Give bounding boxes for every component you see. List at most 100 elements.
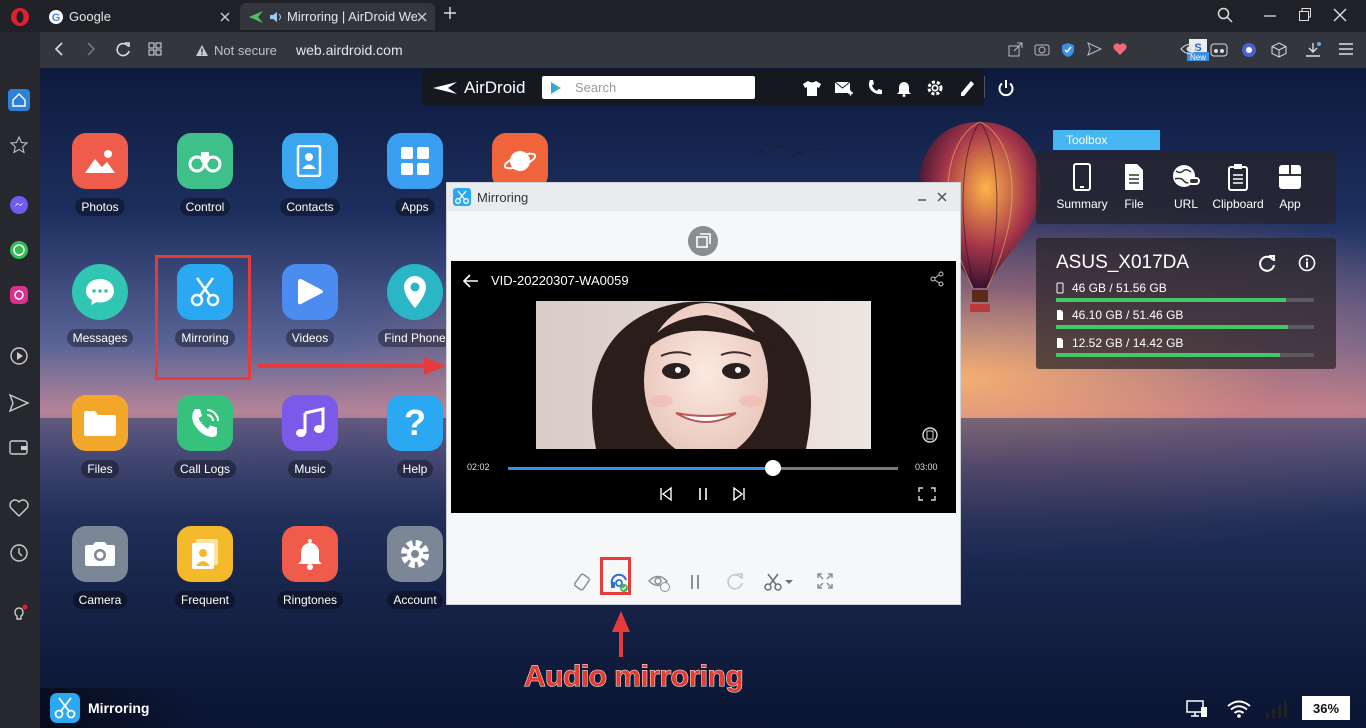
mirroring-task-icon: [50, 693, 80, 723]
popout-icon[interactable]: [687, 225, 719, 257]
time-total: 03:00: [915, 462, 938, 472]
video-frame-image: [536, 301, 871, 449]
send-icon[interactable]: [1087, 42, 1102, 56]
search-box[interactable]: Search: [542, 76, 755, 99]
new-tab-icon[interactable]: [443, 6, 457, 20]
cube-icon[interactable]: [1271, 42, 1287, 58]
app-control[interactable]: Control: [155, 133, 255, 216]
info-icon[interactable]: [1298, 254, 1316, 272]
send-icon[interactable]: [8, 392, 30, 414]
hd-eye-icon[interactable]: [648, 572, 670, 592]
screen-connection-icon[interactable]: [1186, 700, 1208, 718]
close-tab-icon[interactable]: [220, 12, 230, 22]
power-icon[interactable]: [997, 79, 1015, 97]
phone-icon[interactable]: [867, 79, 883, 97]
toolbox-app[interactable]: App: [1262, 163, 1318, 211]
speaker-icon[interactable]: [269, 11, 283, 23]
app-camera[interactable]: Camera: [50, 526, 150, 609]
share-icon[interactable]: [1008, 42, 1023, 57]
url-field[interactable]: web.airdroid.com: [296, 42, 403, 58]
previous-icon[interactable]: [659, 487, 673, 501]
speed-dial-icon[interactable]: [148, 42, 162, 56]
player-icon[interactable]: [8, 345, 30, 367]
taskbar-item-mirroring[interactable]: Mirroring: [40, 688, 200, 728]
toolbox-file[interactable]: File: [1106, 163, 1162, 211]
whatsapp-icon[interactable]: [8, 239, 30, 261]
minimize-icon[interactable]: [917, 192, 927, 202]
app-frequent[interactable]: Frequent: [155, 526, 255, 609]
pause-icon[interactable]: [688, 572, 702, 592]
video-player[interactable]: VID-20220307-WA0059 02:02 03:00: [451, 261, 956, 513]
edit-icon[interactable]: [958, 79, 976, 97]
app-ringtones[interactable]: Ringtones: [260, 526, 360, 609]
sms-icon[interactable]: [834, 79, 854, 97]
rotate-screen-icon[interactable]: [921, 426, 939, 444]
rotate-icon[interactable]: [572, 572, 592, 592]
app-messages[interactable]: Messages: [50, 264, 150, 347]
close-icon[interactable]: [937, 192, 947, 202]
app-photos[interactable]: Photos: [50, 133, 150, 216]
reload-icon[interactable]: [116, 42, 131, 57]
restore-icon[interactable]: [1298, 7, 1312, 23]
storage-row: 12.52 GB / 14.42 GB: [1056, 336, 1316, 357]
search-placeholder: Search: [575, 80, 617, 95]
screenshot-scissors-icon[interactable]: [763, 572, 795, 592]
signal-icon: [1265, 699, 1291, 719]
mirroring-window-titlebar[interactable]: Mirroring: [447, 183, 960, 211]
home-icon[interactable]: [8, 89, 30, 111]
history-icon[interactable]: [8, 542, 30, 564]
close-tab-icon[interactable]: [417, 12, 427, 22]
app-call-logs[interactable]: Call Logs: [155, 395, 255, 478]
refresh-icon[interactable]: [725, 572, 745, 592]
instagram-icon[interactable]: [8, 284, 30, 306]
minimize-icon[interactable]: [1263, 7, 1277, 23]
seek-handle[interactable]: [765, 460, 782, 476]
app-planet[interactable]: [470, 133, 570, 189]
gear-icon[interactable]: [926, 79, 944, 97]
back-icon[interactable]: [54, 42, 64, 56]
opera-logo-icon[interactable]: [10, 7, 30, 27]
file-icon: [1125, 164, 1143, 190]
toolbox-clipboard[interactable]: Clipboard: [1210, 163, 1266, 211]
audio-mirroring-icon[interactable]: [609, 572, 629, 592]
toolbox-summary[interactable]: Summary: [1054, 163, 1110, 211]
lightbulb-icon[interactable]: [8, 603, 30, 625]
fullscreen-video-icon[interactable]: [918, 487, 936, 501]
bell-icon[interactable]: [896, 79, 912, 97]
globe-extension-icon[interactable]: [1241, 42, 1257, 58]
back-arrow-icon[interactable]: [463, 274, 479, 288]
messenger-icon[interactable]: [8, 194, 30, 216]
seek-bar[interactable]: [508, 460, 898, 476]
app-contacts[interactable]: Contacts: [260, 133, 360, 216]
search-tabs-icon[interactable]: [1217, 7, 1233, 23]
shield-icon[interactable]: [1061, 42, 1075, 58]
phone-call-icon: [177, 395, 233, 451]
heart-icon[interactable]: [1112, 42, 1128, 56]
app-videos[interactable]: Videos: [260, 264, 360, 347]
download-icon[interactable]: [1305, 42, 1321, 58]
star-icon[interactable]: [8, 134, 30, 156]
app-music[interactable]: Music: [260, 395, 360, 478]
close-window-icon[interactable]: [1333, 7, 1347, 23]
vr-extension-icon[interactable]: [1210, 42, 1228, 58]
tool-label: URL: [1173, 197, 1198, 211]
tab-google[interactable]: G Google: [40, 3, 238, 30]
menu-icon[interactable]: [1338, 42, 1354, 56]
shirt-icon[interactable]: [802, 79, 822, 97]
eye-extension-icon[interactable]: [1180, 42, 1198, 56]
app-files[interactable]: Files: [50, 395, 150, 478]
google-icon: G: [48, 9, 64, 25]
refresh-icon[interactable]: [1258, 254, 1276, 272]
snapshot-icon[interactable]: [1034, 42, 1050, 56]
forward-icon[interactable]: [86, 42, 96, 56]
mirroring-window: Mirroring VID-20220307-WA0059 02:02 03:0…: [446, 182, 961, 605]
toolbox-url[interactable]: URL: [1158, 163, 1214, 211]
fullscreen-icon[interactable]: [816, 572, 834, 590]
heart-icon[interactable]: [8, 497, 30, 519]
share-icon[interactable]: [929, 271, 945, 287]
wallet-icon[interactable]: [8, 436, 30, 458]
security-indicator[interactable]: Not secure: [195, 43, 277, 58]
next-icon[interactable]: [732, 487, 746, 501]
pause-icon[interactable]: [696, 487, 710, 501]
tab-airdroid[interactable]: Mirroring | AirDroid We: [240, 3, 435, 30]
